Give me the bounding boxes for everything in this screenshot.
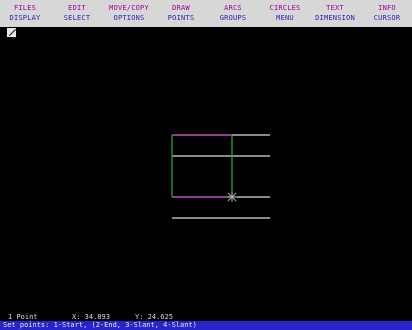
- pick-box-icon[interactable]: [7, 28, 16, 37]
- menu-groups-label[interactable]: GROUPS: [212, 13, 254, 23]
- menu-arcs-label[interactable]: ARCS: [212, 3, 254, 13]
- menu-options-label[interactable]: OPTIONS: [108, 13, 150, 23]
- menu-info-cursor[interactable]: INFO CURSOR: [366, 3, 408, 23]
- status-bar: 1 Point X: 34.893 Y: 24.625 Set points: …: [0, 313, 412, 330]
- mode-label: 1 Point: [8, 313, 38, 321]
- menu-circles-menu[interactable]: CIRCLES MENU: [264, 3, 306, 23]
- command-prompt: Set points: 1-Start, (2-End, 3-Slant, 4-…: [3, 321, 197, 329]
- menu-draw-points[interactable]: DRAW POINTS: [160, 3, 202, 23]
- coordinate-readout-row: 1 Point X: 34.893 Y: 24.625: [0, 313, 412, 321]
- menu-files-display[interactable]: FILES DISPLAY: [4, 3, 46, 23]
- x-coordinate: X: 34.893: [72, 313, 110, 321]
- menu-text-label[interactable]: TEXT: [314, 3, 356, 13]
- menu-select-label[interactable]: SELECT: [56, 13, 98, 23]
- crosshair-cursor-icon: [227, 192, 237, 202]
- command-prompt-row: Set points: 1-Start, (2-End, 3-Slant, 4-…: [0, 321, 412, 330]
- menu-points-label[interactable]: POINTS: [160, 13, 202, 23]
- menu-bar: FILES DISPLAY EDIT SELECT MOVE/COPY OPTI…: [0, 0, 412, 27]
- menu-display-label[interactable]: DISPLAY: [4, 13, 46, 23]
- drawing-canvas[interactable]: [0, 37, 412, 305]
- menu-dimension-label[interactable]: DIMENSION: [314, 13, 356, 23]
- menu-text-dimension[interactable]: TEXT DIMENSION: [314, 3, 356, 23]
- menu-info-label[interactable]: INFO: [366, 3, 408, 13]
- menu-movecopy-options[interactable]: MOVE/COPY OPTIONS: [108, 3, 150, 23]
- menu-menu-label[interactable]: MENU: [264, 13, 306, 23]
- menu-files-label[interactable]: FILES: [4, 3, 46, 13]
- menu-cursor-label[interactable]: CURSOR: [366, 13, 408, 23]
- menu-draw-label[interactable]: DRAW: [160, 3, 202, 13]
- menu-edit-select[interactable]: EDIT SELECT: [56, 3, 98, 23]
- menu-arcs-groups[interactable]: ARCS GROUPS: [212, 3, 254, 23]
- menu-circles-label[interactable]: CIRCLES: [264, 3, 306, 13]
- menu-movecopy-label[interactable]: MOVE/COPY: [108, 3, 150, 13]
- menu-edit-label[interactable]: EDIT: [56, 3, 98, 13]
- cad-screen: FILES DISPLAY EDIT SELECT MOVE/COPY OPTI…: [0, 0, 412, 330]
- y-coordinate: Y: 24.625: [135, 313, 173, 321]
